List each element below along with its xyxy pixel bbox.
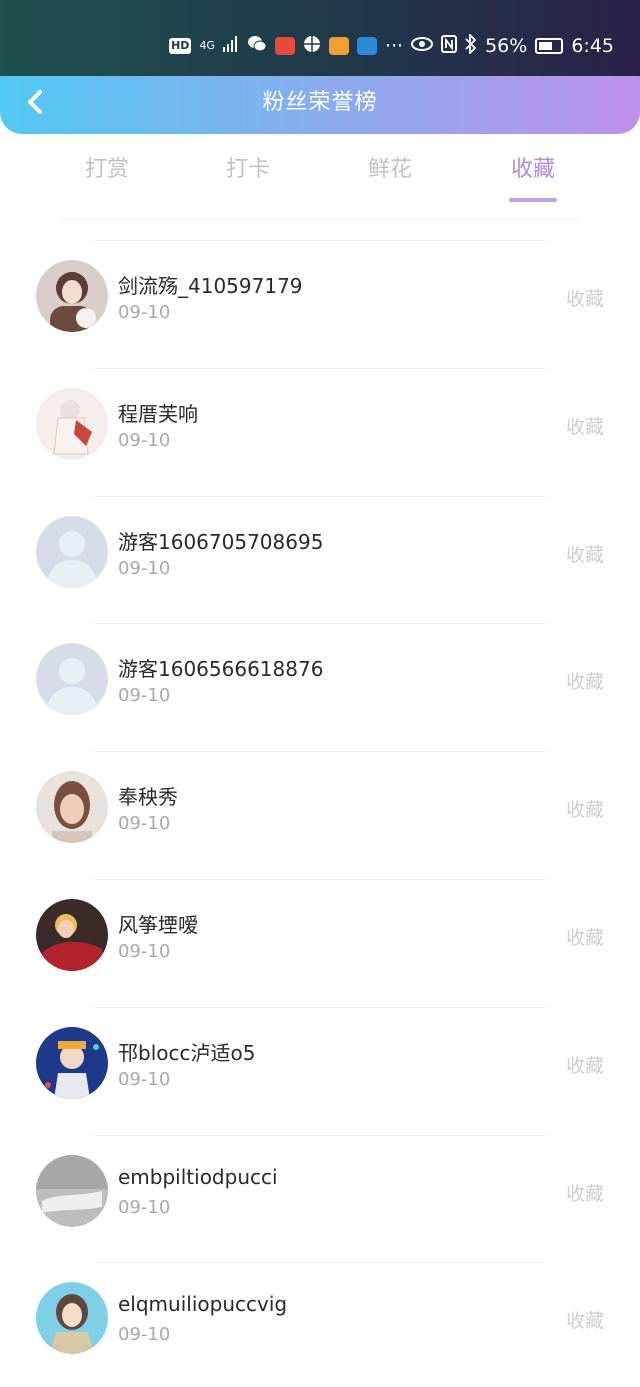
fan-name: elqmuiliopuccvig: [118, 1292, 288, 1317]
fan-date: 09-10: [118, 1068, 171, 1090]
nfc-icon: [441, 34, 458, 58]
tab-bar: 打赏 打卡 鲜花 收藏: [0, 150, 640, 210]
divider: [90, 751, 550, 753]
fan-date: 09-10: [118, 302, 171, 323]
tab-label: 打赏: [84, 157, 129, 182]
signal-icon: [222, 35, 239, 57]
fan-action: 收藏: [565, 288, 604, 310]
fan-date: 09-10: [118, 685, 171, 707]
list-item[interactable]: 风筝堙嗳 09-10 收藏: [0, 871, 640, 999]
avatar: [36, 898, 108, 971]
status-icons: HD 4G ··· 56% 6:45: [169, 32, 614, 59]
default-avatar: [36, 643, 108, 716]
list-item[interactable]: 程厝芙响 09-10 收藏: [0, 360, 640, 488]
fan-date: 09-10: [118, 1324, 171, 1346]
fan-name: 奉秧秀: [118, 785, 178, 810]
fan-action: 收藏: [565, 926, 604, 949]
fan-date: 09-10: [118, 557, 171, 579]
divider: [90, 1262, 550, 1264]
eye-icon: [411, 35, 434, 57]
fan-action: 收藏: [565, 1182, 604, 1205]
divider: [90, 1006, 550, 1008]
wechat-icon: [247, 35, 267, 58]
list-item[interactable]: 游客1606705708695 09-10 收藏: [0, 488, 640, 616]
fan-date: 09-10: [118, 940, 171, 962]
clock: 6:45: [571, 35, 614, 57]
list-item[interactable]: 邗blocc泸适o5 09-10 收藏: [0, 999, 640, 1127]
default-avatar: [36, 515, 108, 588]
fan-action: 收藏: [565, 799, 604, 822]
tab-checkin[interactable]: 打卡: [193, 150, 303, 202]
list-item[interactable]: 游客1606566618876 09-10 收藏: [0, 615, 640, 743]
fan-date: 09-10: [118, 1196, 171, 1218]
avatar: [36, 260, 108, 332]
avatar: [36, 387, 108, 460]
tab-flowers[interactable]: 鲜花: [335, 150, 445, 202]
divider: [90, 495, 550, 497]
divider: [90, 623, 550, 625]
fan-name: 剑流殇_410597179: [118, 274, 303, 298]
fan-name: 邗blocc泸适o5: [118, 1040, 256, 1065]
fan-action: 收藏: [565, 415, 604, 438]
fan-action: 收藏: [565, 671, 604, 694]
app-notification-icon-2: [328, 37, 349, 55]
fan-name: 风筝堙嗳: [118, 912, 198, 937]
header-bar: 粉丝荣誉榜: [0, 76, 640, 134]
battery-icon: [535, 38, 564, 54]
tab-label: 打卡: [225, 157, 270, 182]
avatar: [36, 1282, 108, 1355]
fan-name: embpiltiodpucci: [118, 1164, 278, 1189]
list-item[interactable]: 剑流殇_410597179 09-10 收藏: [0, 232, 640, 360]
page-title: 粉丝荣誉榜: [262, 90, 378, 115]
divider: [90, 1134, 550, 1136]
tab-favorites[interactable]: 收藏: [478, 150, 588, 202]
network-label: 4G: [199, 39, 215, 52]
bluetooth-icon: [465, 32, 477, 59]
fan-list: 剑流殇_410597179 09-10 收藏 程厝芙响 09-10 收藏 游客1…: [0, 232, 640, 1382]
fan-action: 收藏: [565, 1054, 604, 1077]
list-item[interactable]: 奉秧秀 09-10 收藏: [0, 743, 640, 871]
divider: [90, 878, 550, 880]
tab-reward[interactable]: 打赏: [52, 150, 162, 202]
battery-percent: 56%: [485, 35, 528, 57]
avatar: [36, 1154, 108, 1227]
fan-date: 09-10: [118, 813, 171, 835]
divider: [90, 367, 550, 369]
fan-action: 收藏: [565, 543, 604, 566]
active-tab-indicator: [509, 198, 557, 202]
avatar: [36, 1026, 108, 1099]
fan-name: 游客1606705708695: [118, 529, 324, 554]
fan-date: 09-10: [118, 429, 171, 451]
divider: [90, 240, 550, 241]
fan-action: 收藏: [565, 1310, 604, 1333]
list-item[interactable]: embpiltiodpucci 09-10 收藏: [0, 1127, 640, 1255]
fan-name: 游客1606566618876: [118, 657, 324, 682]
tab-label: 收藏: [510, 157, 555, 182]
divider: [60, 219, 580, 220]
fan-name: 程厝芙响: [118, 401, 198, 426]
list-item[interactable]: elqmuiliopuccvig 09-10 收藏: [0, 1254, 640, 1382]
hd-badge: HD: [169, 38, 192, 54]
app-notification-icon-3: [356, 37, 377, 55]
status-bar: HD 4G ··· 56% 6:45: [0, 0, 640, 78]
app-notification-icon: [274, 37, 295, 55]
tab-label: 鲜花: [367, 157, 412, 182]
more-icon: ···: [384, 35, 404, 57]
browser-icon: [303, 35, 321, 58]
avatar: [36, 771, 108, 844]
